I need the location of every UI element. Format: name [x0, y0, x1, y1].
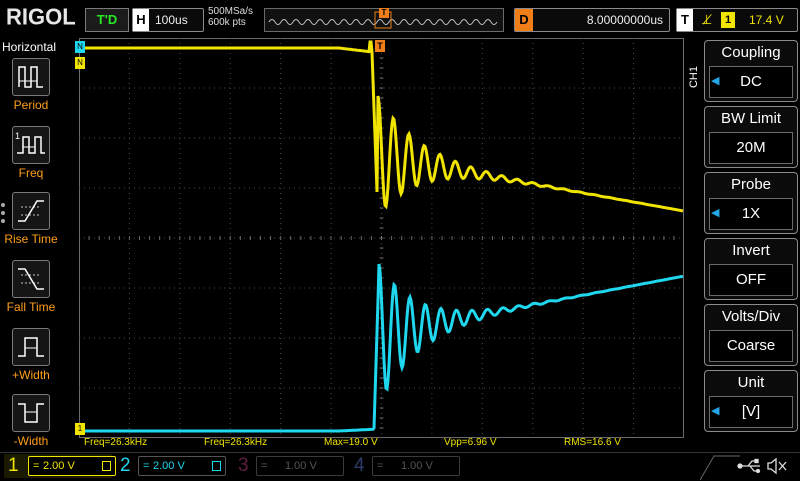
ch4-number: 4 — [354, 455, 365, 476]
rising-edge-icon: ⊥̸ — [701, 12, 713, 27]
status-icons — [736, 457, 794, 475]
ch2-scale: 2.00 V — [153, 460, 185, 472]
measurement-freq-ch1-2: Freq=26.3kHz — [204, 437, 268, 448]
usb-icon — [737, 458, 761, 474]
period-measure-icon — [12, 58, 50, 96]
invert-title: Invert — [732, 242, 770, 259]
timebase-key: H — [133, 9, 149, 31]
coupling-title: Coupling — [721, 44, 781, 61]
ch3-status[interactable]: 3 = 1.00 V — [236, 454, 344, 478]
rise-time-icon — [12, 192, 50, 230]
coupling-arrow-icon: ◀ — [711, 75, 720, 87]
delay-display[interactable]: D 8.00000000us — [514, 8, 670, 32]
run-state-indicator[interactable]: T'D — [85, 8, 129, 32]
positive-width-icon — [12, 328, 50, 366]
measurement-max: Max=19.0 V — [324, 437, 378, 448]
rise-time-label: Rise Time — [4, 232, 58, 246]
timebase-display[interactable]: H 100us — [132, 8, 204, 32]
ch3-number: 3 — [238, 455, 249, 476]
measurement-vpp: Vpp=6.96 V — [444, 437, 497, 448]
ch2-coupling: = — [143, 460, 150, 472]
timebase-value: 100us — [155, 13, 188, 27]
volts-div-softkey[interactable]: Volts/Div Coarse — [704, 304, 798, 366]
sample-info: 500MSa/s 600k pts — [208, 6, 253, 28]
sound-muted-icon — [767, 457, 787, 475]
probe-softkey[interactable]: Probe 1X ◀ — [704, 172, 798, 234]
unit-arrow-icon: ◀ — [711, 405, 720, 417]
trigger-time-marker[interactable]: T — [375, 40, 385, 52]
ch4-status[interactable]: 4 = 1.00 V — [352, 454, 460, 478]
ch4-scale-box: = 1.00 V — [372, 456, 460, 476]
ch1-offset-marker[interactable]: N — [75, 57, 85, 69]
positive-width-label: +Width — [12, 368, 50, 382]
ch2-scale-box: = 2.00 V — [138, 456, 226, 476]
bw-limit-value: 20M — [709, 132, 793, 164]
memory-depth: 600k pts — [208, 17, 246, 28]
probe-value: 1X — [709, 198, 793, 230]
svg-text:1: 1 — [15, 131, 20, 141]
period-label: Period — [13, 98, 49, 112]
ch1-status[interactable]: 1 = 2.00 V — [4, 454, 116, 478]
fall-time-label: Fall Time — [6, 300, 56, 314]
coupling-value: DC — [709, 66, 793, 98]
unit-title: Unit — [737, 374, 765, 391]
unit-value: [V] — [709, 396, 793, 428]
ch2-number: 2 — [120, 455, 131, 476]
sample-rate: 500MSa/s — [208, 6, 254, 17]
ch3-coupling: = — [261, 460, 268, 472]
measurement-rms: RMS=16.6 V — [564, 437, 621, 448]
brand-logo: RIGOL — [6, 3, 76, 30]
ch2-bw-limit-icon — [212, 461, 221, 471]
delay-key: D — [515, 9, 533, 31]
ch2-waveform — [79, 263, 684, 433]
negative-width-icon — [12, 394, 50, 432]
coupling-softkey[interactable]: Coupling DC ◀ — [704, 40, 798, 102]
volts-div-title: Volts/Div — [721, 308, 781, 325]
frequency-measure-icon: 1 — [12, 126, 50, 164]
probe-arrow-icon: ◀ — [711, 207, 720, 219]
fall-time-icon — [12, 260, 50, 298]
ch1-scale: 2.00 V — [43, 460, 75, 472]
ch2-status[interactable]: 2 = 2.00 V — [118, 454, 226, 478]
ch4-coupling: = — [377, 460, 384, 472]
waveforms — [79, 40, 684, 433]
top-status-bar: RIGOL T'D H 100us 500MSa/s 600k pts T D … — [0, 0, 800, 38]
measurement-freq-ch1: Freq=26.3kHz — [84, 437, 148, 448]
freq-label: Freq — [18, 166, 44, 180]
trigger-position-marker: T — [379, 8, 389, 18]
trigger-key: T — [677, 9, 693, 31]
measure-menu: Period 1 Freq Rise Time Fall Time +Width… — [0, 38, 62, 452]
delay-value: 8.00000000us — [586, 13, 663, 27]
memory-window-overview[interactable]: T — [264, 8, 504, 32]
ch1-number: 1 — [8, 455, 19, 476]
unit-softkey[interactable]: Unit [V] ◀ — [704, 370, 798, 432]
trigger-display[interactable]: T ⊥̸ 1 17.4 V — [676, 8, 798, 32]
invert-softkey[interactable]: Invert OFF — [704, 238, 798, 300]
trigger-source: 1 — [721, 12, 735, 28]
waveform-display[interactable] — [79, 38, 684, 438]
ch3-scale-box: = 1.00 V — [256, 456, 344, 476]
bw-limit-title: BW Limit — [721, 110, 781, 127]
ch1-waveform — [79, 40, 684, 213]
channel-menu-tag: CH1 — [688, 66, 700, 89]
status-tab-shape — [700, 455, 740, 480]
probe-title: Probe — [730, 176, 772, 193]
trigger-level: 17.4 V — [749, 13, 784, 27]
ch2-offset-marker-top[interactable]: N — [75, 41, 85, 53]
ch1-bw-limit-icon — [102, 461, 111, 471]
negative-width-label: -Width — [13, 434, 49, 448]
volts-div-value: Coarse — [709, 330, 793, 362]
invert-value: OFF — [709, 264, 793, 296]
ch1-scale-box: = 2.00 V — [28, 456, 116, 476]
ch4-scale: 1.00 V — [401, 460, 433, 472]
ch1-coupling: = — [33, 460, 40, 472]
left-menu-page-indicator — [1, 203, 5, 229]
ch3-scale: 1.00 V — [285, 460, 317, 472]
ch1-ground-marker[interactable]: 1 — [75, 423, 85, 435]
bw-limit-softkey[interactable]: BW Limit 20M — [704, 106, 798, 168]
